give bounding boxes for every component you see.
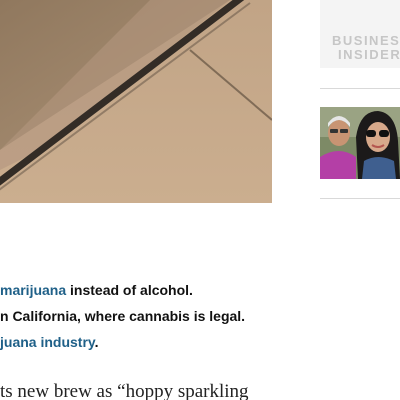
key-point-3: juana industry. [0,334,99,350]
logo-text-line2: INSIDER [338,47,400,62]
key-point-1: marijuana instead of alcohol. [0,282,193,298]
rail-divider [320,198,400,199]
business-insider-logo[interactable]: BUSINESS INSIDER [320,0,400,68]
related-story-thumbnail[interactable] [320,107,400,179]
article-body-paragraph: ts new brew as “hoppy sparkling [0,381,249,400]
key-point-2-text: n California, where cannabis is legal. [0,308,246,324]
marijuana-industry-link[interactable]: juana industry [0,334,95,350]
marijuana-link[interactable]: marijuana [0,282,66,298]
logo-text-line1: BUSINESS [332,33,400,48]
article-page: BUSINESS INSIDER marijuana instead of al… [0,0,400,400]
hero-image [0,0,272,203]
key-point-1-text: instead of alcohol. [66,282,193,298]
key-point-3-text: . [94,334,99,350]
key-point-2: n California, where cannabis is legal. [0,308,245,324]
rail-divider [320,88,400,89]
